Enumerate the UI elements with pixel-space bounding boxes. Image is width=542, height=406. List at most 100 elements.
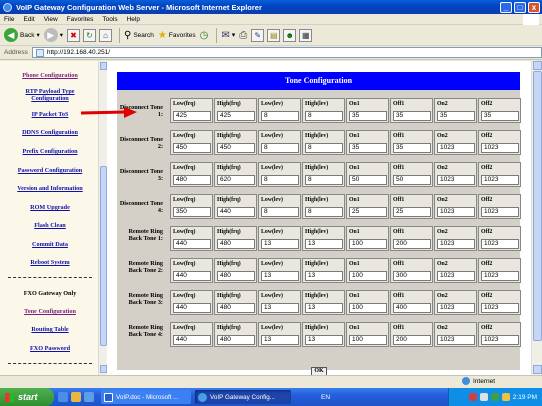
tone-value-input[interactable]: 425	[173, 111, 211, 121]
tone-value-input[interactable]: 450	[173, 143, 211, 153]
tone-value-input[interactable]: 1023	[481, 239, 519, 249]
tone-value-input[interactable]: 425	[217, 111, 255, 121]
scroll-down-arrow[interactable]	[533, 365, 542, 374]
sidebar-item-commit-data[interactable]: Commit Data	[4, 241, 96, 248]
sidebar-item-reboot[interactable]: Reboot System	[4, 259, 96, 266]
tone-value-input[interactable]: 13	[305, 335, 343, 345]
menu-view[interactable]: View	[44, 16, 58, 23]
favorites-button[interactable]: ★ Favorites	[158, 30, 196, 41]
tone-value-input[interactable]: 440	[173, 239, 211, 249]
tone-value-input[interactable]: 480	[217, 335, 255, 345]
taskbar-item-ie[interactable]: VoIP Gateway Config...	[195, 390, 291, 404]
tone-value-input[interactable]: 480	[217, 239, 255, 249]
sidebar-item-prefix[interactable]: Prefix Configuration	[4, 148, 96, 155]
scroll-up-arrow[interactable]	[100, 62, 107, 70]
tone-value-input[interactable]: 25	[393, 207, 431, 217]
address-input[interactable]: http://192.168.40.251/	[31, 47, 542, 58]
back-button[interactable]: ◀ Back ▾	[4, 28, 40, 42]
tone-value-input[interactable]: 8	[305, 111, 343, 121]
sidebar-item-rtp-payload[interactable]: RTP Payload Type Configuration	[6, 88, 94, 102]
tone-value-input[interactable]: 8	[261, 111, 299, 121]
tone-value-input[interactable]: 1023	[437, 207, 475, 217]
tone-value-input[interactable]: 8	[261, 143, 299, 153]
tray-volume-icon[interactable]	[501, 393, 510, 401]
tone-value-input[interactable]: 35	[393, 111, 431, 121]
minimize-button[interactable]: _	[500, 1, 512, 13]
tone-value-input[interactable]: 13	[261, 303, 299, 313]
start-button[interactable]: start	[0, 388, 54, 406]
sidebar-item-ddns[interactable]: DDNS Configuration	[4, 129, 96, 136]
tone-value-input[interactable]: 25	[349, 207, 387, 217]
tone-value-input[interactable]: 440	[173, 271, 211, 281]
menu-favorites[interactable]: Favorites	[67, 16, 94, 23]
messenger-icon[interactable]: ☻	[283, 28, 297, 42]
tone-value-input[interactable]: 100	[349, 271, 387, 281]
tone-value-input[interactable]: 200	[393, 335, 431, 345]
tone-value-input[interactable]: 13	[305, 271, 343, 281]
tone-value-input[interactable]: 440	[217, 207, 255, 217]
tone-value-input[interactable]: 35	[393, 143, 431, 153]
refresh-icon[interactable]: ↻	[82, 28, 96, 42]
tone-value-input[interactable]: 1023	[481, 143, 519, 153]
home-icon[interactable]: ⌂	[98, 28, 112, 42]
tone-value-input[interactable]: 100	[349, 239, 387, 249]
menu-help[interactable]: Help	[127, 16, 140, 23]
tone-value-input[interactable]: 13	[261, 239, 299, 249]
maximize-button[interactable]: □	[514, 1, 526, 13]
tone-value-input[interactable]: 300	[393, 271, 431, 281]
tone-value-input[interactable]: 620	[217, 175, 255, 185]
menu-tools[interactable]: Tools	[102, 16, 117, 23]
tone-value-input[interactable]: 100	[349, 335, 387, 345]
scrollbar-thumb[interactable]	[100, 166, 107, 346]
sidebar-item-rom-upgrade[interactable]: ROM Upgrade	[4, 204, 96, 211]
sidebar-item-version[interactable]: Version and Information	[4, 185, 96, 192]
tone-value-input[interactable]: 350	[173, 207, 211, 217]
tone-value-input[interactable]: 440	[173, 303, 211, 313]
tone-value-input[interactable]: 1023	[481, 303, 519, 313]
tone-value-input[interactable]: 35	[437, 111, 475, 121]
ok-button[interactable]: OK	[311, 367, 327, 375]
tone-value-input[interactable]: 8	[305, 175, 343, 185]
tone-value-input[interactable]: 8	[261, 175, 299, 185]
tone-value-input[interactable]: 13	[305, 239, 343, 249]
menu-file[interactable]: File	[4, 16, 14, 23]
tone-value-input[interactable]: 100	[349, 303, 387, 313]
tone-value-input[interactable]: 1023	[481, 207, 519, 217]
tone-value-input[interactable]: 1023	[437, 335, 475, 345]
tone-value-input[interactable]: 50	[349, 175, 387, 185]
tone-value-input[interactable]: 50	[393, 175, 431, 185]
research-icon[interactable]: ▦	[299, 28, 313, 42]
tone-value-input[interactable]: 35	[481, 111, 519, 121]
tone-value-input[interactable]: 35	[349, 111, 387, 121]
tone-value-input[interactable]: 1023	[437, 175, 475, 185]
tone-value-input[interactable]: 13	[261, 271, 299, 281]
tone-value-input[interactable]: 8	[261, 207, 299, 217]
tray-app-icon[interactable]	[468, 393, 477, 401]
tone-value-input[interactable]: 13	[305, 303, 343, 313]
scroll-up-arrow[interactable]	[533, 61, 542, 70]
tone-value-input[interactable]: 8	[305, 207, 343, 217]
discuss-icon[interactable]: ▤	[267, 28, 281, 42]
tone-value-input[interactable]: 1023	[481, 271, 519, 281]
tone-value-input[interactable]: 1023	[437, 303, 475, 313]
tone-value-input[interactable]: 1023	[437, 239, 475, 249]
language-indicator[interactable]: EN	[321, 394, 330, 401]
tray-security-icon[interactable]	[490, 393, 499, 401]
search-button[interactable]: ⚲ Search	[124, 30, 154, 41]
sidebar-item-fxo-password[interactable]: FXO Password	[4, 345, 96, 352]
tray-network-icon[interactable]	[479, 393, 488, 401]
taskbar-item-word[interactable]: VoIP.doc - Microsoft ...	[101, 390, 191, 404]
tone-value-input[interactable]: 480	[217, 303, 255, 313]
history-icon[interactable]: ◷	[200, 30, 209, 41]
sidebar-item-password[interactable]: Password Configuration	[4, 167, 96, 174]
menu-edit[interactable]: Edit	[23, 16, 34, 23]
tone-value-input[interactable]: 400	[393, 303, 431, 313]
main-scrollbar[interactable]	[531, 61, 542, 375]
outlook-quicklaunch-icon[interactable]	[71, 392, 81, 402]
tone-value-input[interactable]: 8	[305, 143, 343, 153]
scrollbar-thumb[interactable]	[533, 71, 542, 341]
forward-button[interactable]: ▶ ▾	[43, 28, 63, 42]
tone-value-input[interactable]: 1023	[481, 175, 519, 185]
tone-value-input[interactable]: 1023	[437, 271, 475, 281]
tone-value-input[interactable]: 1023	[481, 335, 519, 345]
